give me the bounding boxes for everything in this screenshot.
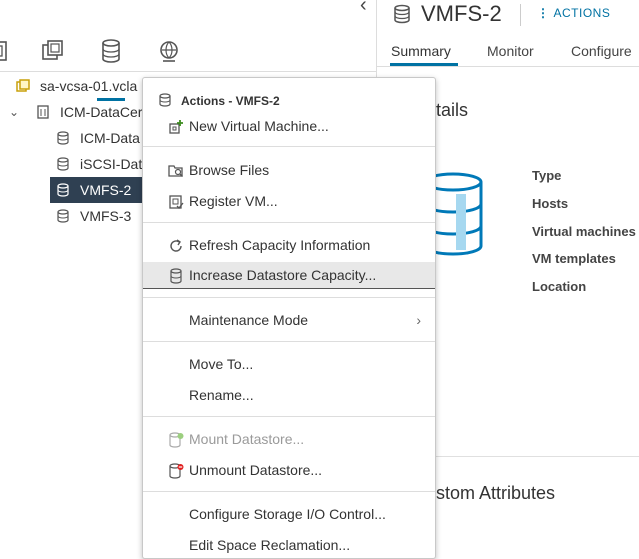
menu-item-configure-sioc[interactable]: Configure Storage I/O Control... [143,501,435,527]
menu-header: Actions - VMFS-2 [181,94,280,108]
details-card-title: tails [436,100,469,120]
tab-summary[interactable]: Summary [391,43,451,59]
tree-item-datastore-selected[interactable]: VMFS-2 [50,177,146,203]
datastore-icon [57,157,69,171]
tree-item-label: VMFS-2 [80,182,132,198]
datastore-icon [159,93,171,107]
menu-item-label: New Virtual Machine... [189,118,329,134]
menu-item-unmount-datastore[interactable]: Unmount Datastore... [143,457,435,483]
menu-item-label: Move To... [189,356,254,372]
datastore-icon [57,209,69,223]
menu-item-label: Rename... [189,387,254,403]
hosts-clusters-icon[interactable] [0,38,10,64]
menu-item-increase-capacity[interactable]: Increase Datastore Capacity... [143,262,435,289]
divider [520,4,521,26]
refresh-icon [170,239,182,252]
menu-item-label: Browse Files [189,162,270,178]
datacenter-icon [37,105,49,119]
menu-separator [143,297,435,298]
menu-separator [143,222,435,223]
menu-item-new-vm[interactable]: New Virtual Machine... [143,113,435,139]
collapse-navigator-icon[interactable]: ‹ [360,0,367,17]
menu-item-label: Configure Storage I/O Control... [189,506,386,522]
menu-separator [143,146,435,147]
tab-monitor[interactable]: Monitor [487,43,534,59]
custom-attributes-card-title: stom Attributes [436,483,556,503]
menu-item-refresh-capacity[interactable]: Refresh Capacity Information [143,232,435,258]
more-vertical-icon: ⋮ [537,6,550,20]
chevron-down-icon[interactable]: ⌄ [9,99,19,125]
menu-item-browse-files[interactable]: Browse Files [143,157,435,183]
menu-item-label: Register VM... [189,193,278,209]
property-label: Type [532,168,562,183]
menu-item-label: Increase Datastore Capacity... [189,267,377,283]
menu-item-label: Mount Datastore... [189,431,305,447]
divider [0,71,376,72]
menu-item-label: Refresh Capacity Information [189,237,371,253]
actions-button[interactable]: ⋮ ACTIONS [537,6,610,20]
tree-item-label: ICM-DataCer [60,104,143,120]
register-vm-icon [169,195,184,209]
menu-item-maintenance-mode[interactable]: Maintenance Mode › [143,307,435,333]
property-label: VM templates [532,251,616,266]
menu-item-label: Maintenance Mode [189,312,309,328]
networking-icon[interactable] [156,38,182,64]
tree-item-label: iSCSI-Dat [80,156,143,172]
mount-datastore-icon [169,432,184,448]
menu-item-mount-datastore: Mount Datastore... [143,426,435,452]
browse-files-icon [168,165,183,177]
menu-separator [143,491,435,492]
datastore-icon [394,4,410,24]
tab-configure[interactable]: Configure [571,43,632,59]
property-label: Hosts [532,196,569,211]
property-label: Virtual machines [532,224,636,239]
menu-item-edit-space-reclamation[interactable]: Edit Space Reclamation... [143,532,435,558]
navigator-tabs [0,30,376,101]
chevron-right-icon: › [416,312,421,328]
unmount-datastore-icon [169,463,184,479]
tree-item-label: ICM-Data [80,130,140,146]
vcenter-icon [16,79,30,92]
new-vm-icon [169,120,183,134]
page-title: VMFS-2 [421,1,502,26]
menu-separator [143,416,435,417]
menu-item-register-vm[interactable]: Register VM... [143,188,435,214]
vms-templates-icon[interactable] [40,38,66,64]
storage-icon[interactable] [98,38,124,64]
datastore-icon [57,131,69,145]
context-menu: Actions - VMFS-2 New Virtual Machine... … [142,77,436,559]
actions-label: ACTIONS [553,6,611,20]
datastore-icon [57,183,69,197]
menu-item-rename[interactable]: Rename... [143,382,435,408]
menu-item-label: Edit Space Reclamation... [189,537,351,553]
tree-item-label: VMFS-3 [80,208,132,224]
datastore-icon [170,268,182,284]
property-label: Location [532,279,587,294]
menu-separator [143,341,435,342]
menu-item-label: Unmount Datastore... [189,462,323,478]
menu-item-move-to[interactable]: Move To... [143,351,435,377]
tree-item-label: sa-vcsa-01.vcla [40,78,138,94]
divider [376,66,639,67]
